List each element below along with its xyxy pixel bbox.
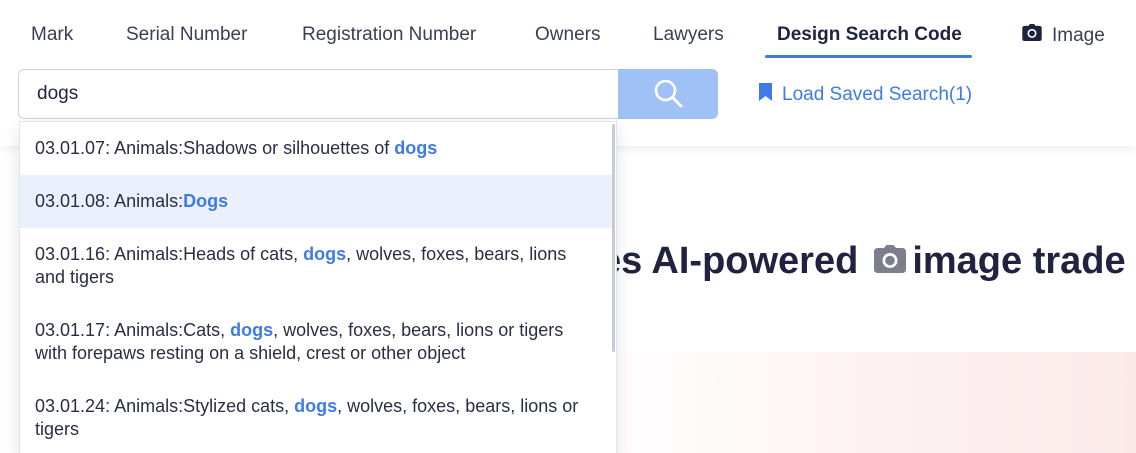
autocomplete-option-selected[interactable]: 03.01.08: Animals:Dogs <box>20 175 614 228</box>
search-icon <box>653 78 683 111</box>
tab-lawyers[interactable]: Lawyers <box>653 24 724 46</box>
hero-heading: es AI-powered image trade <box>600 240 1126 283</box>
option-text: 03.01.07: Animals:Shadows or silhouettes… <box>35 138 395 158</box>
autocomplete-option[interactable]: 03.01.17: Animals:Cats, dogs, wolves, fo… <box>20 304 614 380</box>
load-saved-search-link[interactable]: Load Saved Search(1) <box>758 82 972 108</box>
option-match: Dogs <box>183 191 229 211</box>
option-match: dogs <box>230 320 274 340</box>
option-text: 03.01.24: Animals:Stylized cats, <box>35 396 295 416</box>
autocomplete-dropdown: 03.01.07: Animals:Shadows or silhouettes… <box>19 121 617 453</box>
option-match: dogs <box>394 138 438 158</box>
autocomplete-option[interactable]: 03.01.24: Animals:Stylized cats, dogs, w… <box>20 380 614 453</box>
dropdown-scrollbar[interactable] <box>612 124 615 352</box>
promo-panel <box>600 352 1136 453</box>
tab-registration-number[interactable]: Registration Number <box>302 24 476 46</box>
search-type-tabs: Mark Serial Number Registration Number O… <box>0 0 1136 60</box>
autocomplete-option[interactable]: 03.01.16: Animals:Heads of cats, dogs, w… <box>20 228 614 304</box>
camera-icon <box>874 240 907 283</box>
tab-design-search-code[interactable]: Design Search Code <box>777 24 962 46</box>
tab-image-label: Image <box>1052 24 1105 46</box>
active-tab-indicator <box>765 55 972 58</box>
autocomplete-option[interactable]: 03.01.07: Animals:Shadows or silhouettes… <box>20 122 614 175</box>
option-text: 03.01.08: Animals: <box>35 191 184 211</box>
tab-image[interactable]: Image <box>1022 24 1105 47</box>
tab-owners[interactable]: Owners <box>535 24 600 46</box>
load-saved-search-label: Load Saved Search(1) <box>782 84 973 105</box>
camera-icon <box>1022 24 1042 47</box>
search-button[interactable] <box>618 69 718 119</box>
tab-serial-number[interactable]: Serial Number <box>126 24 247 46</box>
bookmark-icon <box>758 82 773 108</box>
hero-text-after: image trade <box>912 240 1126 282</box>
option-match: dogs <box>303 244 347 264</box>
option-text: 03.01.16: Animals:Heads of cats, <box>35 244 304 264</box>
option-text: 03.01.17: Animals:Cats, <box>35 320 231 340</box>
hero-text-before: es AI-powered <box>600 240 859 282</box>
tab-mark[interactable]: Mark <box>31 24 73 46</box>
search-input[interactable] <box>18 69 619 119</box>
option-match: dogs <box>294 396 338 416</box>
